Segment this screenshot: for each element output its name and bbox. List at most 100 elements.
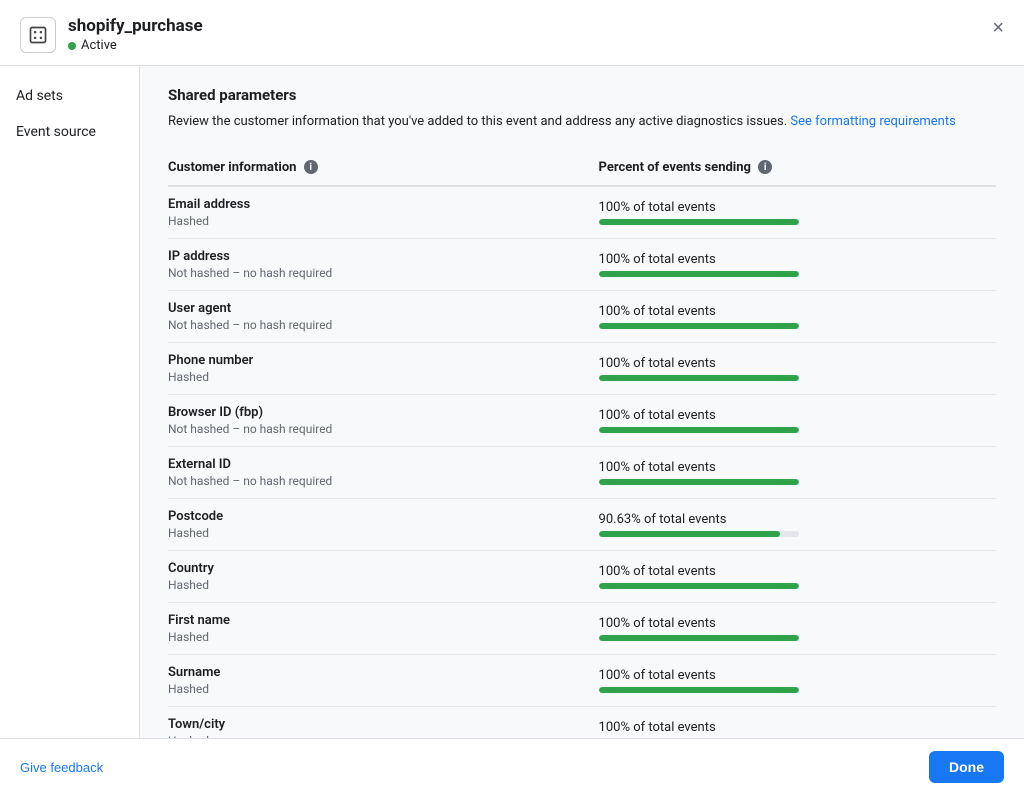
progress-bar-bg [599,375,799,381]
modal-status: Active [68,38,203,53]
percent-text: 100% of total events [599,668,996,683]
modal-footer: Give feedback Done [0,738,1024,795]
progress-bar-bg [599,219,799,225]
progress-bar-bg [599,479,799,485]
percent-text: 100% of total events [599,356,996,371]
progress-bar-fill [599,687,799,693]
param-name: Country [168,561,599,576]
col-customer-info: Customer information i [168,152,599,186]
section-description: Review the customer information that you… [168,112,996,132]
param-name-cell: Country Hashed [168,550,599,602]
percent-text: 100% of total events [599,616,996,631]
param-hash: Hashed [168,370,599,384]
percent-cell: 100% of total events [599,564,996,589]
progress-bar-fill [599,583,799,589]
table-row: Country Hashed 100% of total events [168,550,996,602]
percent-text: 100% of total events [599,304,996,319]
param-name-cell: First name Hashed [168,602,599,654]
param-percent-cell: 100% of total events [599,654,996,706]
param-name: First name [168,613,599,628]
progress-bar-fill [599,531,780,537]
param-hash: Not hashed – no hash required [168,266,599,280]
param-hash: Hashed [168,526,599,540]
percent-cell: 100% of total events [599,616,996,641]
param-name: Email address [168,197,599,212]
param-name: Browser ID (fbp) [168,405,599,420]
percent-cell: 100% of total events [599,200,996,225]
percent-text: 100% of total events [599,720,996,735]
sidebar-item-event-source[interactable]: Event source [0,114,139,150]
percent-cell: 100% of total events [599,460,996,485]
progress-bar-bg [599,635,799,641]
percent-text: 100% of total events [599,200,996,215]
percent-cell: 100% of total events [599,304,996,329]
param-percent-cell: 100% of total events [599,446,996,498]
table-row: Surname Hashed 100% of total events [168,654,996,706]
param-hash: Hashed [168,214,599,228]
progress-bar-bg [599,323,799,329]
progress-bar-fill [599,375,799,381]
param-percent-cell: 100% of total events [599,550,996,602]
col-percent-events: Percent of events sending i [599,152,996,186]
sidebar-item-ad-sets[interactable]: Ad sets [0,78,139,114]
param-name-cell: Surname Hashed [168,654,599,706]
params-table: Customer information i Percent of events… [168,152,996,739]
modal-body: Ad sets Event source Shared parameters R… [0,66,1024,738]
main-content: Shared parameters Review the customer in… [140,66,1024,738]
percent-cell: 100% of total events [599,356,996,381]
progress-bar-bg [599,531,799,537]
percent-cell: 100% of total events [599,720,996,739]
table-row: First name Hashed 100% of total events [168,602,996,654]
close-button[interactable]: × [988,14,1008,42]
progress-bar-bg [599,583,799,589]
table-row: Phone number Hashed 100% of total events [168,342,996,394]
param-name: External ID [168,457,599,472]
progress-bar-fill [599,427,799,433]
progress-bar-fill [599,219,799,225]
formatting-link[interactable]: See formatting requirements [790,114,955,129]
param-name-cell: Browser ID (fbp) Not hashed – no hash re… [168,394,599,446]
percent-text: 100% of total events [599,564,996,579]
param-name-cell: User agent Not hashed – no hash required [168,290,599,342]
progress-bar-fill [599,635,799,641]
param-percent-cell: 100% of total events [599,290,996,342]
param-name-cell: Postcode Hashed [168,498,599,550]
sidebar: Ad sets Event source [0,66,140,738]
param-hash: Not hashed – no hash required [168,474,599,488]
param-name: Phone number [168,353,599,368]
percent-info-icon[interactable]: i [758,160,772,174]
table-row: IP address Not hashed – no hash required… [168,238,996,290]
param-percent-cell: 90.63% of total events [599,498,996,550]
table-row: User agent Not hashed – no hash required… [168,290,996,342]
param-percent-cell: 100% of total events [599,186,996,239]
param-name-cell: Email address Hashed [168,186,599,239]
customer-info-icon[interactable]: i [304,160,318,174]
header-title-group: shopify_purchase Active [68,16,203,53]
event-icon [20,17,56,53]
percent-cell: 100% of total events [599,408,996,433]
table-row: Email address Hashed 100% of total event… [168,186,996,239]
percent-text: 100% of total events [599,252,996,267]
param-percent-cell: 100% of total events [599,394,996,446]
param-percent-cell: 100% of total events [599,238,996,290]
table-row: Postcode Hashed 90.63% of total events [168,498,996,550]
percent-text: 100% of total events [599,460,996,475]
param-percent-cell: 100% of total events [599,602,996,654]
done-button[interactable]: Done [929,751,1004,783]
progress-bar-fill [599,271,799,277]
give-feedback-button[interactable]: Give feedback [20,760,103,775]
percent-cell: 90.63% of total events [599,512,996,537]
param-name-cell: External ID Not hashed – no hash require… [168,446,599,498]
table-row: External ID Not hashed – no hash require… [168,446,996,498]
param-percent-cell: 100% of total events [599,342,996,394]
table-header-row: Customer information i Percent of events… [168,152,996,186]
param-name: IP address [168,249,599,264]
percent-text: 90.63% of total events [599,512,996,527]
param-hash: Hashed [168,578,599,592]
param-percent-cell: 100% of total events [599,706,996,738]
param-name-cell: Phone number Hashed [168,342,599,394]
param-name: Surname [168,665,599,680]
modal-title: shopify_purchase [68,16,203,36]
section-title: Shared parameters [168,86,996,104]
param-name: User agent [168,301,599,316]
